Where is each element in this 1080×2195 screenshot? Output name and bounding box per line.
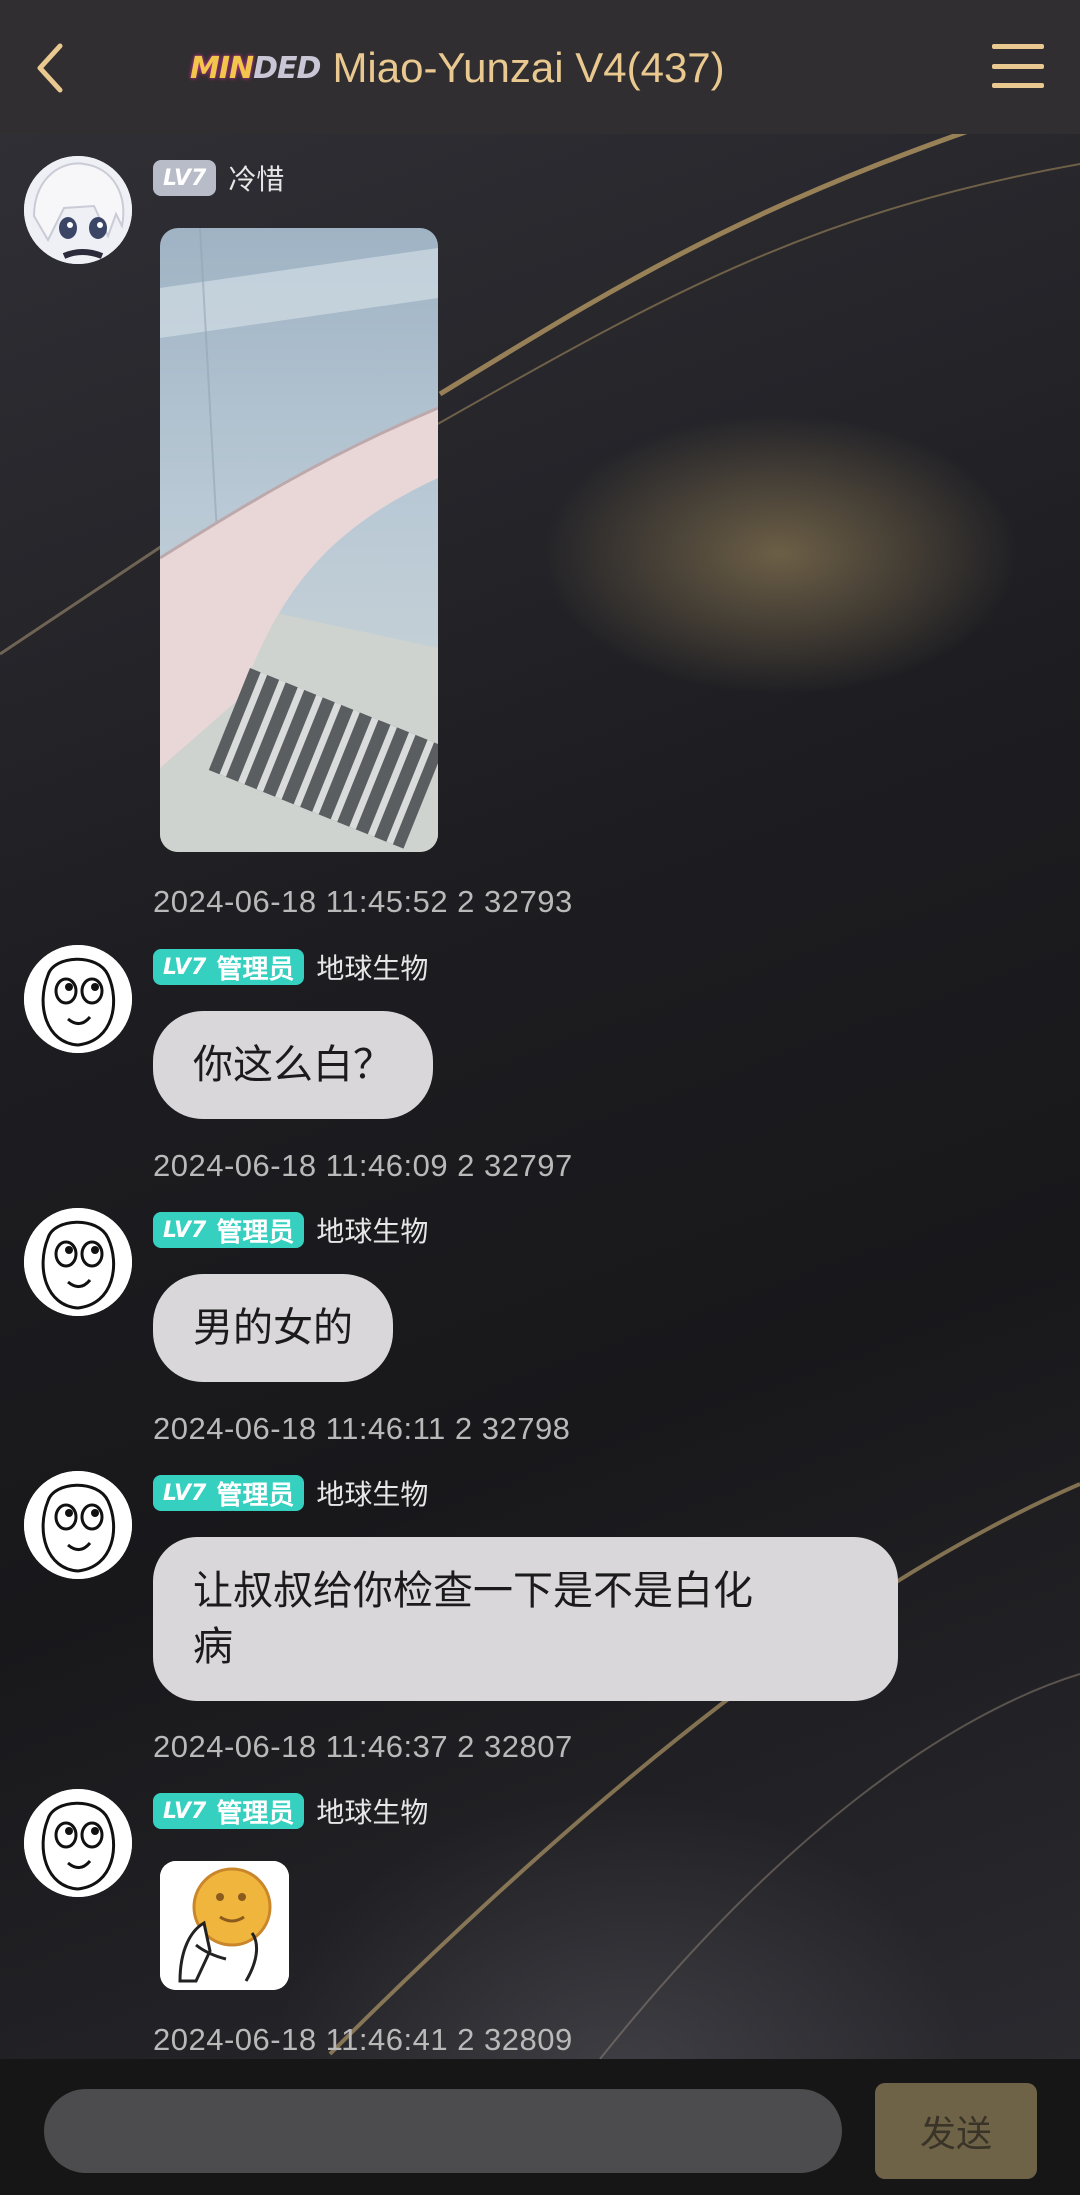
top-bar: MINDED Miao-Yunzai V4(437) (0, 0, 1080, 134)
sender-meta: LV7 管理员 地球生物 (153, 1212, 428, 1248)
sender-name: 地球生物 (316, 952, 429, 985)
sender-meta: LV7 管理员 地球生物 (153, 949, 428, 985)
admin-role-label: 管理员 (216, 1798, 295, 1829)
message-bubble[interactable]: 男的女的 (153, 1274, 393, 1382)
message-line: 让叔叔给你检查一下是不是白化 (193, 1568, 753, 1614)
hamburger-menu-icon (992, 44, 1044, 49)
sender-name: 地球生物 (316, 1478, 429, 1511)
admin-role-label: 管理员 (216, 1217, 295, 1248)
level-badge: LV7 管理员 (153, 1475, 305, 1511)
app-logo: MINDED (190, 50, 321, 86)
avatar[interactable] (24, 1789, 132, 1897)
message-input[interactable] (44, 2089, 842, 2173)
sender-meta: LV7 管理员 地球生物 (153, 1793, 428, 1829)
level-badge: LV7 管理员 (153, 1212, 305, 1248)
sender-meta: LV7 冷惜 (153, 160, 284, 196)
chevron-left-icon (37, 43, 63, 93)
menu-button[interactable] (992, 44, 1044, 88)
level-badge: LV7 管理员 (153, 1793, 305, 1829)
message-timestamp: 2024-06-18 11:46:11 2 32798 (153, 1411, 571, 1446)
level-badge: LV7 管理员 (153, 949, 305, 985)
admin-role-label: 管理员 (216, 1480, 295, 1511)
message-line: 病 (193, 1624, 233, 1670)
level-badge: LV7 (153, 160, 217, 196)
message-bubble[interactable]: 让叔叔给你检查一下是不是白化 病 (153, 1537, 898, 1701)
message-timestamp: 2024-06-18 11:46:37 2 32807 (153, 1729, 573, 1764)
sender-meta: LV7 管理员 地球生物 (153, 1475, 428, 1511)
sender-name: 地球生物 (316, 1215, 429, 1248)
message-timestamp: 2024-06-18 11:45:52 2 32793 (153, 884, 573, 919)
message-timestamp: 2024-06-18 11:46:41 2 32809 (153, 2022, 573, 2057)
send-button[interactable]: 发送 (875, 2083, 1037, 2179)
message-bubble[interactable]: 你这么白？ (153, 1011, 433, 1119)
chat-title: Miao-Yunzai V4(437) (332, 44, 725, 91)
avatar[interactable] (24, 945, 132, 1053)
chat-title-area: MINDED Miao-Yunzai V4(437) (190, 36, 725, 100)
image-attachment[interactable] (160, 228, 438, 852)
sticker-image[interactable] (160, 1861, 289, 1990)
message-timestamp: 2024-06-18 11:46:09 2 32797 (153, 1148, 573, 1183)
avatar[interactable] (24, 1208, 132, 1316)
avatar[interactable] (24, 1471, 132, 1579)
sender-name: 地球生物 (316, 1796, 429, 1829)
avatar[interactable] (24, 156, 132, 264)
composer-bar: 发送 (0, 2059, 1080, 2195)
sender-name: 冷惜 (228, 163, 285, 196)
back-button[interactable] (20, 38, 80, 98)
admin-role-label: 管理员 (216, 954, 295, 985)
